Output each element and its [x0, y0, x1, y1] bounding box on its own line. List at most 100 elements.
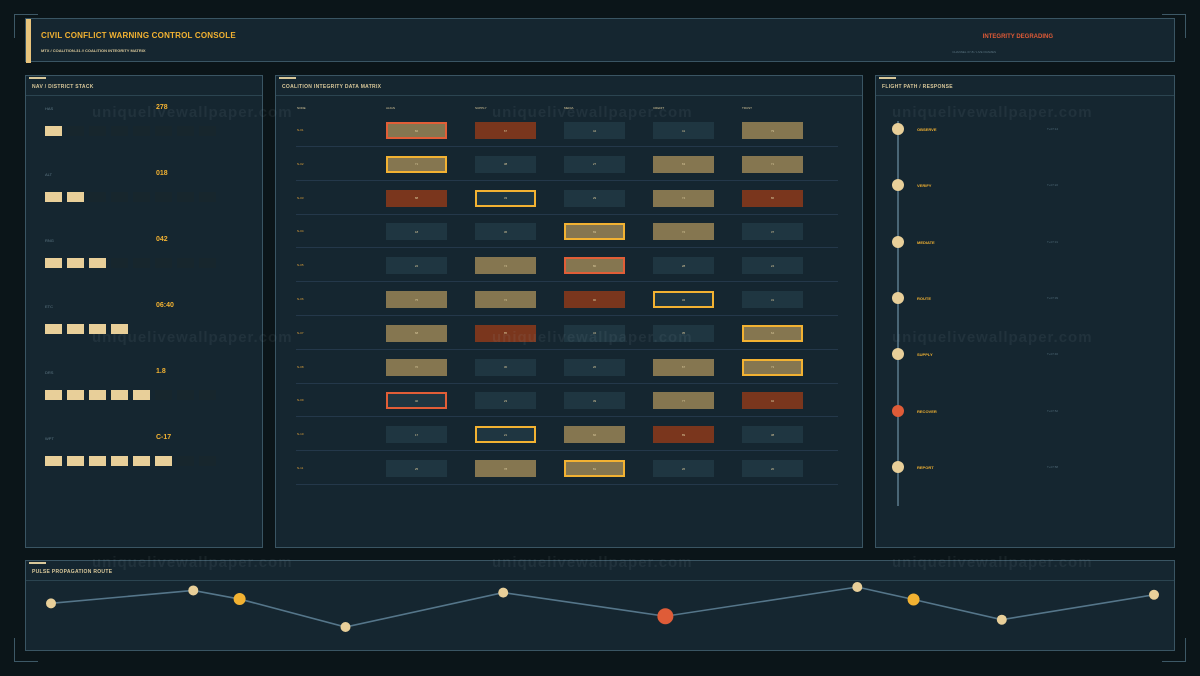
matrix-cell[interactable]: 78: [475, 460, 536, 477]
route-warn-point[interactable]: [907, 593, 920, 606]
level-segment-on: [89, 456, 106, 466]
matrix-cell[interactable]: 38: [475, 155, 536, 173]
matrix-cell[interactable]: 22: [386, 257, 447, 275]
level-segment-off: [155, 126, 172, 136]
matrix-cell[interactable]: 80: [564, 257, 625, 275]
matrix-cell[interactable]: 77: [653, 392, 714, 410]
matrix-cell[interactable]: 20: [742, 460, 803, 477]
matrix-cell[interactable]: 33: [475, 189, 536, 207]
matrix-cell[interactable]: 18: [386, 223, 447, 241]
level-segment-off: [199, 258, 216, 268]
matrix-cell[interactable]: 41: [653, 122, 714, 139]
matrix-cell[interactable]: 23: [475, 392, 536, 410]
stack-value: C-17: [156, 434, 172, 441]
matrix-cell[interactable]: 38: [742, 426, 803, 444]
matrix-cell[interactable]: 66: [564, 426, 625, 444]
route-point[interactable]: [46, 598, 56, 609]
status-subtext: CHANNEL 07-B / LIVE FRAMES: [952, 50, 996, 54]
level-meter[interactable]: [45, 126, 216, 136]
watermark: uniquelivewallpaper.com: [892, 554, 1093, 571]
stack-label: ALT: [45, 172, 53, 177]
route-point[interactable]: [498, 587, 509, 598]
matrix-cell[interactable]: 74: [653, 189, 714, 207]
route-point[interactable]: [188, 585, 199, 596]
matrix-cell[interactable]: 25: [386, 460, 447, 477]
matrix-cell[interactable]: 26: [564, 358, 625, 376]
matrix-cell[interactable]: 64: [742, 324, 803, 342]
row-label: N-10: [297, 432, 304, 437]
matrix-cell[interactable]: 90: [564, 291, 625, 308]
matrix-cell[interactable]: 63: [653, 155, 714, 173]
matrix-cell[interactable]: 26: [653, 460, 714, 477]
column-header: NODE: [297, 106, 306, 110]
step-node-icon[interactable]: [892, 348, 904, 361]
row-divider: [296, 213, 838, 215]
matrix-cell[interactable]: 30: [475, 358, 536, 376]
panel-title: NAV / DISTRICT STACK: [32, 84, 94, 90]
watermark: uniquelivewallpaper.com: [892, 329, 1093, 346]
row-divider: [296, 179, 838, 181]
step-time: T+07:39: [1047, 295, 1059, 300]
breadcrumb[interactable]: MTX / COALITION-31 // COALITION INTEGRIT…: [41, 48, 146, 53]
matrix-cell[interactable]: 29: [564, 189, 625, 207]
level-segment-off: [199, 192, 216, 202]
matrix-cell[interactable]: 17: [386, 426, 447, 444]
panel-tab-marker: [29, 77, 46, 79]
matrix-cell[interactable]: 71: [742, 155, 803, 173]
route-point[interactable]: [996, 614, 1007, 625]
matrix-cell[interactable]: 89: [653, 426, 714, 444]
matrix-cell[interactable]: 88: [386, 189, 447, 207]
matrix-cell[interactable]: 68: [386, 324, 447, 342]
watermark: uniquelivewallpaper.com: [492, 104, 693, 121]
matrix-cell[interactable]: 72: [475, 291, 536, 308]
matrix-cell[interactable]: 31: [742, 291, 803, 308]
matrix-cell[interactable]: 28: [653, 257, 714, 275]
matrix-cell[interactable]: 73: [742, 358, 803, 376]
matrix-cell[interactable]: 21: [475, 426, 536, 444]
step-node-icon[interactable]: [892, 123, 904, 135]
level-segment-on: [45, 258, 62, 268]
matrix-cell[interactable]: 86: [742, 189, 803, 207]
level-meter[interactable]: [45, 456, 216, 466]
column-header: ALIGN: [386, 106, 396, 110]
route-alert-point[interactable]: [657, 608, 674, 625]
matrix-cell[interactable]: 79: [742, 122, 803, 139]
matrix-cell[interactable]: 92: [742, 392, 803, 410]
matrix-cell[interactable]: 67: [475, 122, 536, 139]
matrix-cell[interactable]: 81: [564, 460, 625, 477]
level-meter[interactable]: [45, 258, 216, 268]
step-node-icon[interactable]: [892, 235, 904, 248]
matrix-cell[interactable]: 36: [475, 223, 536, 241]
matrix-cell[interactable]: 32: [653, 291, 714, 308]
level-segment-on: [133, 390, 150, 400]
alert-node-icon[interactable]: [892, 404, 904, 417]
level-segment-on: [133, 456, 150, 466]
matrix-cell[interactable]: 40: [386, 392, 447, 410]
route-point[interactable]: [852, 582, 863, 593]
route-point[interactable]: [340, 622, 351, 632]
matrix-cell[interactable]: 75: [386, 291, 447, 308]
matrix-cell[interactable]: 71: [386, 155, 447, 173]
level-segment-off: [111, 126, 128, 136]
matrix-cell[interactable]: 74: [475, 257, 536, 275]
matrix-cell[interactable]: 37: [742, 223, 803, 241]
matrix-cell[interactable]: 24: [742, 257, 803, 275]
matrix-cell[interactable]: 67: [653, 358, 714, 376]
step-node-icon[interactable]: [892, 291, 904, 304]
matrix-cell[interactable]: 82: [386, 122, 447, 139]
stack-value: 06:40: [156, 302, 174, 309]
step-label: SUPPLY: [917, 352, 933, 358]
matrix-cell[interactable]: 27: [564, 155, 625, 173]
matrix-cell[interactable]: 70: [386, 358, 447, 376]
level-meter[interactable]: [45, 390, 216, 400]
level-meter[interactable]: [45, 192, 216, 202]
route-warn-point[interactable]: [233, 593, 246, 606]
route-point[interactable]: [1149, 589, 1159, 600]
step-node-icon[interactable]: [892, 460, 904, 473]
row-label: N-09: [297, 398, 304, 403]
matrix-cell[interactable]: 44: [564, 122, 625, 139]
matrix-cell[interactable]: 72: [653, 223, 714, 241]
matrix-cell[interactable]: 39: [564, 392, 625, 410]
step-node-icon[interactable]: [892, 179, 904, 192]
matrix-cell[interactable]: 69: [564, 223, 625, 241]
